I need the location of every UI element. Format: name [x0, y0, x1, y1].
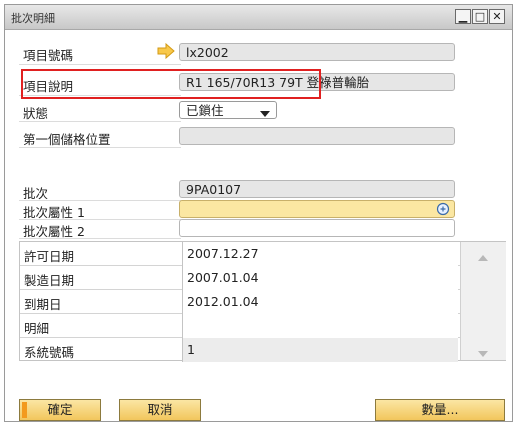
expiry-date-field[interactable]: 2012.01.04 [182, 290, 458, 314]
link-arrow-icon[interactable] [157, 42, 175, 62]
close-button[interactable]: ✕ [489, 9, 505, 24]
cancel-button-label: 取消 [147, 402, 173, 417]
batch-attribute-2-field[interactable] [179, 219, 455, 237]
table-row: 許可日期 2007.12.27 [20, 242, 505, 266]
first-bin-location-field[interactable] [179, 127, 455, 145]
details-label: 明細 [24, 321, 50, 336]
manufacture-date-field[interactable]: 2007.01.04 [182, 266, 458, 290]
system-number-label: 系統號碼 [24, 345, 75, 360]
title-bar[interactable]: 批次明細 ▁ □ ✕ [5, 5, 512, 30]
table-row: 到期日 2012.01.04 [20, 290, 505, 314]
status-dropdown[interactable]: 已鎖住 [179, 101, 277, 119]
quantity-button-label: 數量... [421, 402, 459, 417]
ok-button-label: 確定 [47, 402, 73, 417]
divider [19, 64, 181, 65]
permit-date-label: 許可日期 [24, 249, 75, 264]
item-number-field[interactable]: lx2002 [179, 43, 455, 61]
permit-date-field[interactable]: 2007.12.27 [182, 242, 458, 266]
lookup-icon[interactable] [436, 202, 450, 217]
highlight-box [21, 69, 321, 99]
system-number-field: 1 [182, 338, 458, 362]
cancel-button[interactable]: 取消 [119, 399, 201, 421]
batch-details-window: 批次明細 ▁ □ ✕ 項目號碼 lx2002 項目說明 R1 165/70R13… [4, 4, 513, 422]
item-number-label: 項目號碼 [23, 48, 74, 63]
manufacture-date-label: 製造日期 [24, 273, 75, 288]
details-field[interactable] [182, 314, 458, 338]
ok-button[interactable]: 確定 [19, 399, 101, 421]
button-accent [22, 402, 27, 418]
scroll-down-icon[interactable] [478, 346, 488, 360]
expiry-date-label: 到期日 [24, 297, 62, 312]
first-bin-location-label: 第一個儲格位置 [23, 132, 111, 147]
table-row: 製造日期 2007.01.04 [20, 266, 505, 290]
dropdown-arrow-icon[interactable] [260, 106, 270, 118]
divider [19, 238, 181, 239]
divider [19, 121, 181, 122]
window-title: 批次明細 [11, 12, 55, 25]
vertical-scrollbar[interactable] [460, 242, 506, 360]
quantity-button[interactable]: 數量... [375, 399, 505, 421]
batch-attribute-1-field[interactable] [179, 200, 455, 218]
minimize-button[interactable]: ▁ [455, 9, 471, 24]
table-row: 明細 [20, 314, 505, 338]
status-value: 已鎖住 [186, 103, 224, 118]
maximize-button[interactable]: □ [472, 9, 488, 24]
batch-field[interactable]: 9PA0107 [179, 180, 455, 198]
scroll-up-icon[interactable] [478, 250, 488, 264]
status-label: 狀態 [23, 106, 49, 121]
details-grid: 許可日期 2007.12.27 製造日期 2007.01.04 到期日 2012… [19, 241, 506, 362]
divider [19, 219, 181, 220]
divider [19, 147, 181, 148]
divider [19, 200, 181, 201]
table-row: 系統號碼 1 [20, 338, 505, 362]
